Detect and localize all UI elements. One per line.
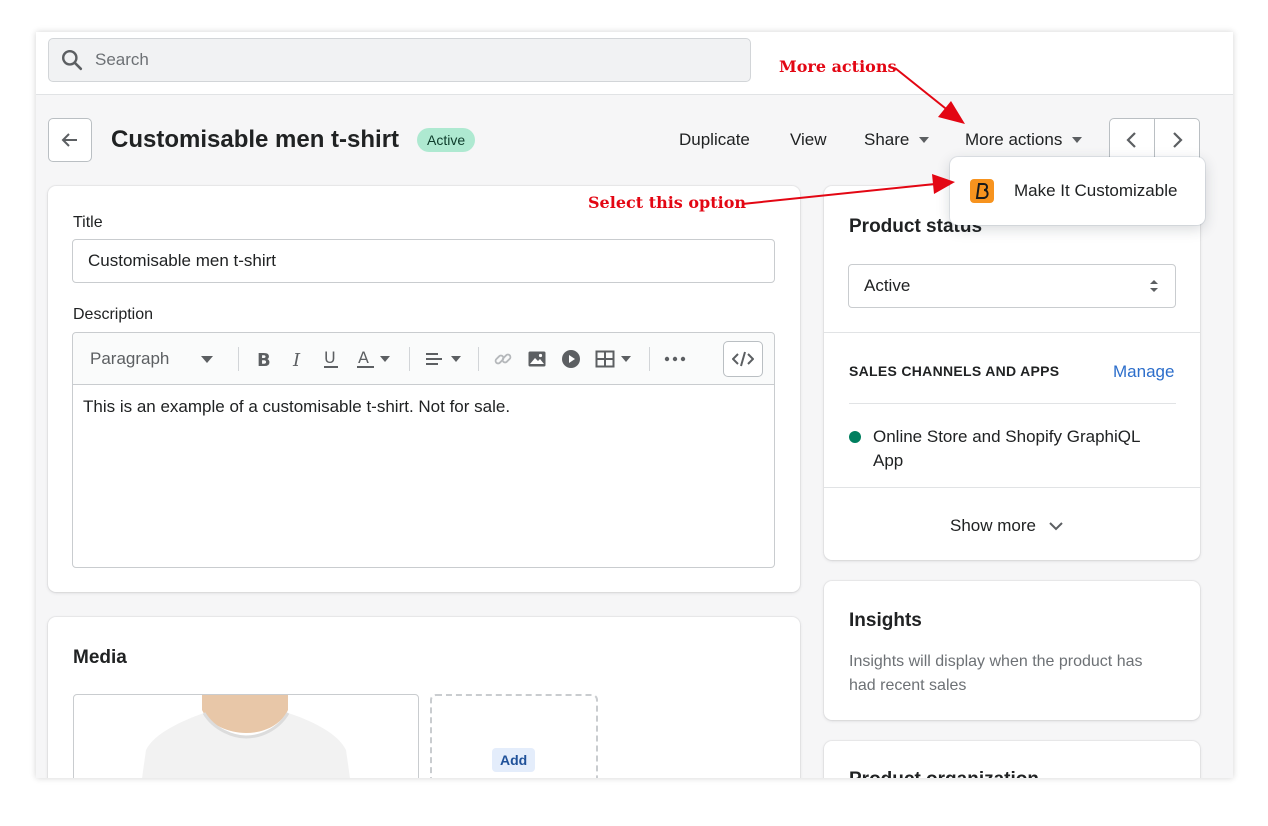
annotation-arrow-more-actions	[894, 67, 965, 124]
annotation-arrows	[741, 67, 965, 205]
annotation-arrow-select-option	[741, 174, 955, 205]
